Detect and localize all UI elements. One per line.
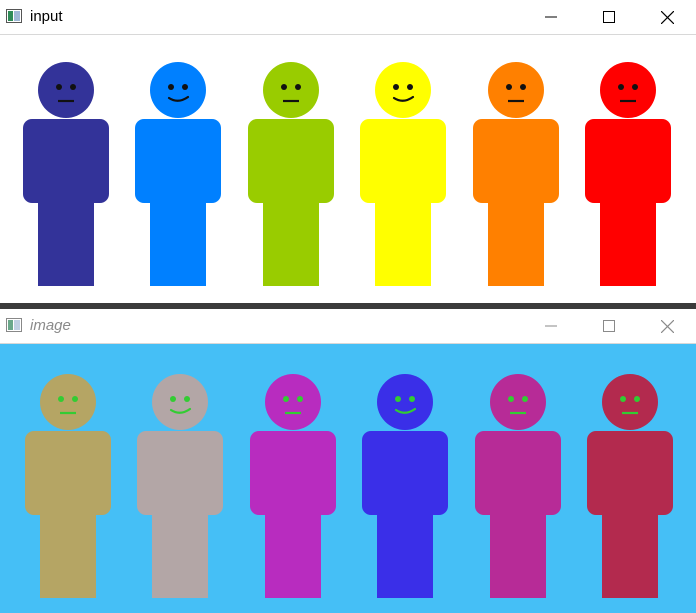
figure-eye	[634, 396, 640, 402]
figure-head	[377, 374, 433, 430]
figure-legs	[150, 190, 206, 286]
image-title-bar[interactable]: image	[0, 309, 696, 344]
figure-torso	[587, 431, 673, 515]
maximize-button[interactable]	[586, 0, 632, 34]
figure-head	[40, 374, 96, 430]
figure-torso	[137, 431, 223, 515]
figure-eye	[168, 84, 174, 90]
figure-legs	[375, 190, 431, 286]
close-button[interactable]	[644, 0, 690, 34]
figure-legs	[377, 502, 433, 598]
input-window[interactable]: input	[0, 0, 696, 303]
figure-eye	[281, 84, 287, 90]
input-window-title: input	[30, 8, 63, 25]
maximize-button[interactable]	[586, 309, 632, 343]
image-window[interactable]: image	[0, 309, 696, 613]
minimize-button[interactable]	[528, 309, 574, 343]
figure-eye	[70, 84, 76, 90]
figure-eye	[520, 84, 526, 90]
figure-torso	[360, 119, 446, 203]
maximize-icon	[603, 11, 615, 23]
figure-eye	[620, 396, 626, 402]
figure-legs	[263, 190, 319, 286]
minimize-button[interactable]	[528, 0, 574, 34]
app-window-icon	[6, 9, 22, 23]
figure-eye	[58, 396, 64, 402]
figure-eye	[508, 396, 514, 402]
close-button[interactable]	[644, 309, 690, 343]
input-title-bar[interactable]: input	[0, 0, 696, 35]
figure-eye	[409, 396, 415, 402]
figure-head	[600, 62, 656, 118]
figure-legs	[152, 502, 208, 598]
figure-legs	[600, 190, 656, 286]
figure-head	[152, 374, 208, 430]
figure-eye	[182, 84, 188, 90]
figure-eye	[395, 396, 401, 402]
figure-legs	[488, 190, 544, 286]
figure-legs	[38, 190, 94, 286]
close-icon	[660, 319, 674, 333]
maximize-icon	[603, 320, 615, 332]
figure-eye	[393, 84, 399, 90]
figure-torso	[25, 431, 111, 515]
figure-torso	[362, 431, 448, 515]
figure-eye	[618, 84, 624, 90]
figure-eye	[72, 396, 78, 402]
minimize-icon	[545, 16, 557, 18]
close-icon	[660, 10, 674, 24]
image-window-title: image	[30, 317, 71, 334]
figure-legs	[265, 502, 321, 598]
figure-eye	[295, 84, 301, 90]
minimize-icon	[545, 325, 557, 327]
figure-eye	[297, 396, 303, 402]
figure-head	[602, 374, 658, 430]
figure-torso	[475, 431, 561, 515]
figure-head	[375, 62, 431, 118]
figure-legs	[602, 502, 658, 598]
input-image-canvas	[0, 35, 696, 303]
figure-torso	[473, 119, 559, 203]
figure-torso	[248, 119, 334, 203]
figure-head	[490, 374, 546, 430]
figure-head	[263, 62, 319, 118]
figure-torso	[23, 119, 109, 203]
figure-eye	[506, 84, 512, 90]
figure-eye	[170, 396, 176, 402]
figure-eye	[56, 84, 62, 90]
figure-head	[488, 62, 544, 118]
figure-torso	[135, 119, 221, 203]
figure-head	[38, 62, 94, 118]
figure-eye	[283, 396, 289, 402]
figure-torso	[250, 431, 336, 515]
figure-eye	[184, 396, 190, 402]
figure-legs	[490, 502, 546, 598]
figure-eye	[522, 396, 528, 402]
figure-head	[150, 62, 206, 118]
figure-head	[265, 374, 321, 430]
output-image-canvas	[0, 344, 696, 613]
figure-eye	[407, 84, 413, 90]
figure-legs	[40, 502, 96, 598]
app-window-icon	[6, 318, 22, 332]
figure-torso	[585, 119, 671, 203]
figure-eye	[632, 84, 638, 90]
